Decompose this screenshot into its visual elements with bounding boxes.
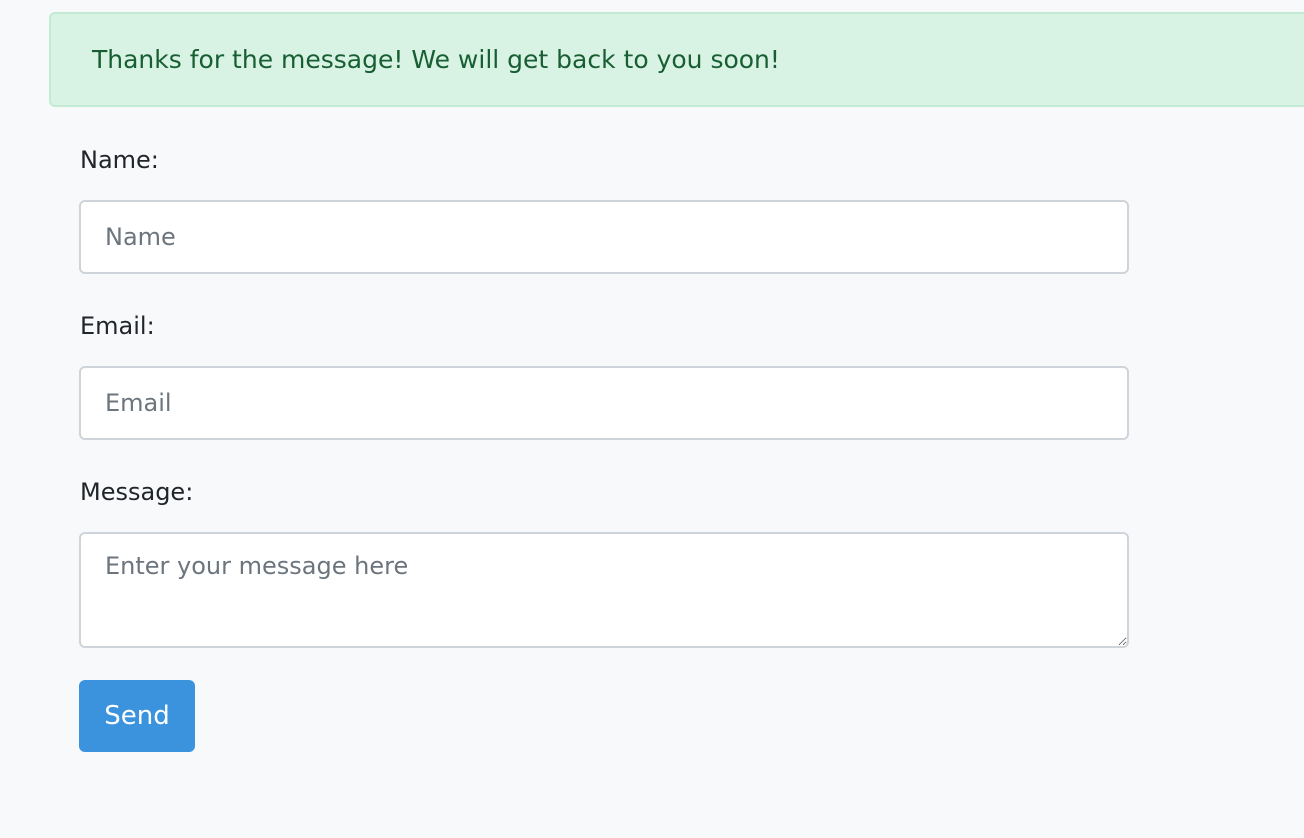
send-button[interactable]: Send (79, 680, 195, 752)
email-label: Email: (80, 312, 155, 340)
name-input[interactable] (79, 200, 1129, 274)
success-alert-message: Thanks for the message! We will get back… (92, 45, 780, 74)
success-alert: Thanks for the message! We will get back… (49, 12, 1304, 107)
message-label: Message: (80, 478, 194, 506)
email-input[interactable] (79, 366, 1129, 440)
message-textarea[interactable] (79, 532, 1129, 648)
name-label: Name: (80, 146, 159, 174)
